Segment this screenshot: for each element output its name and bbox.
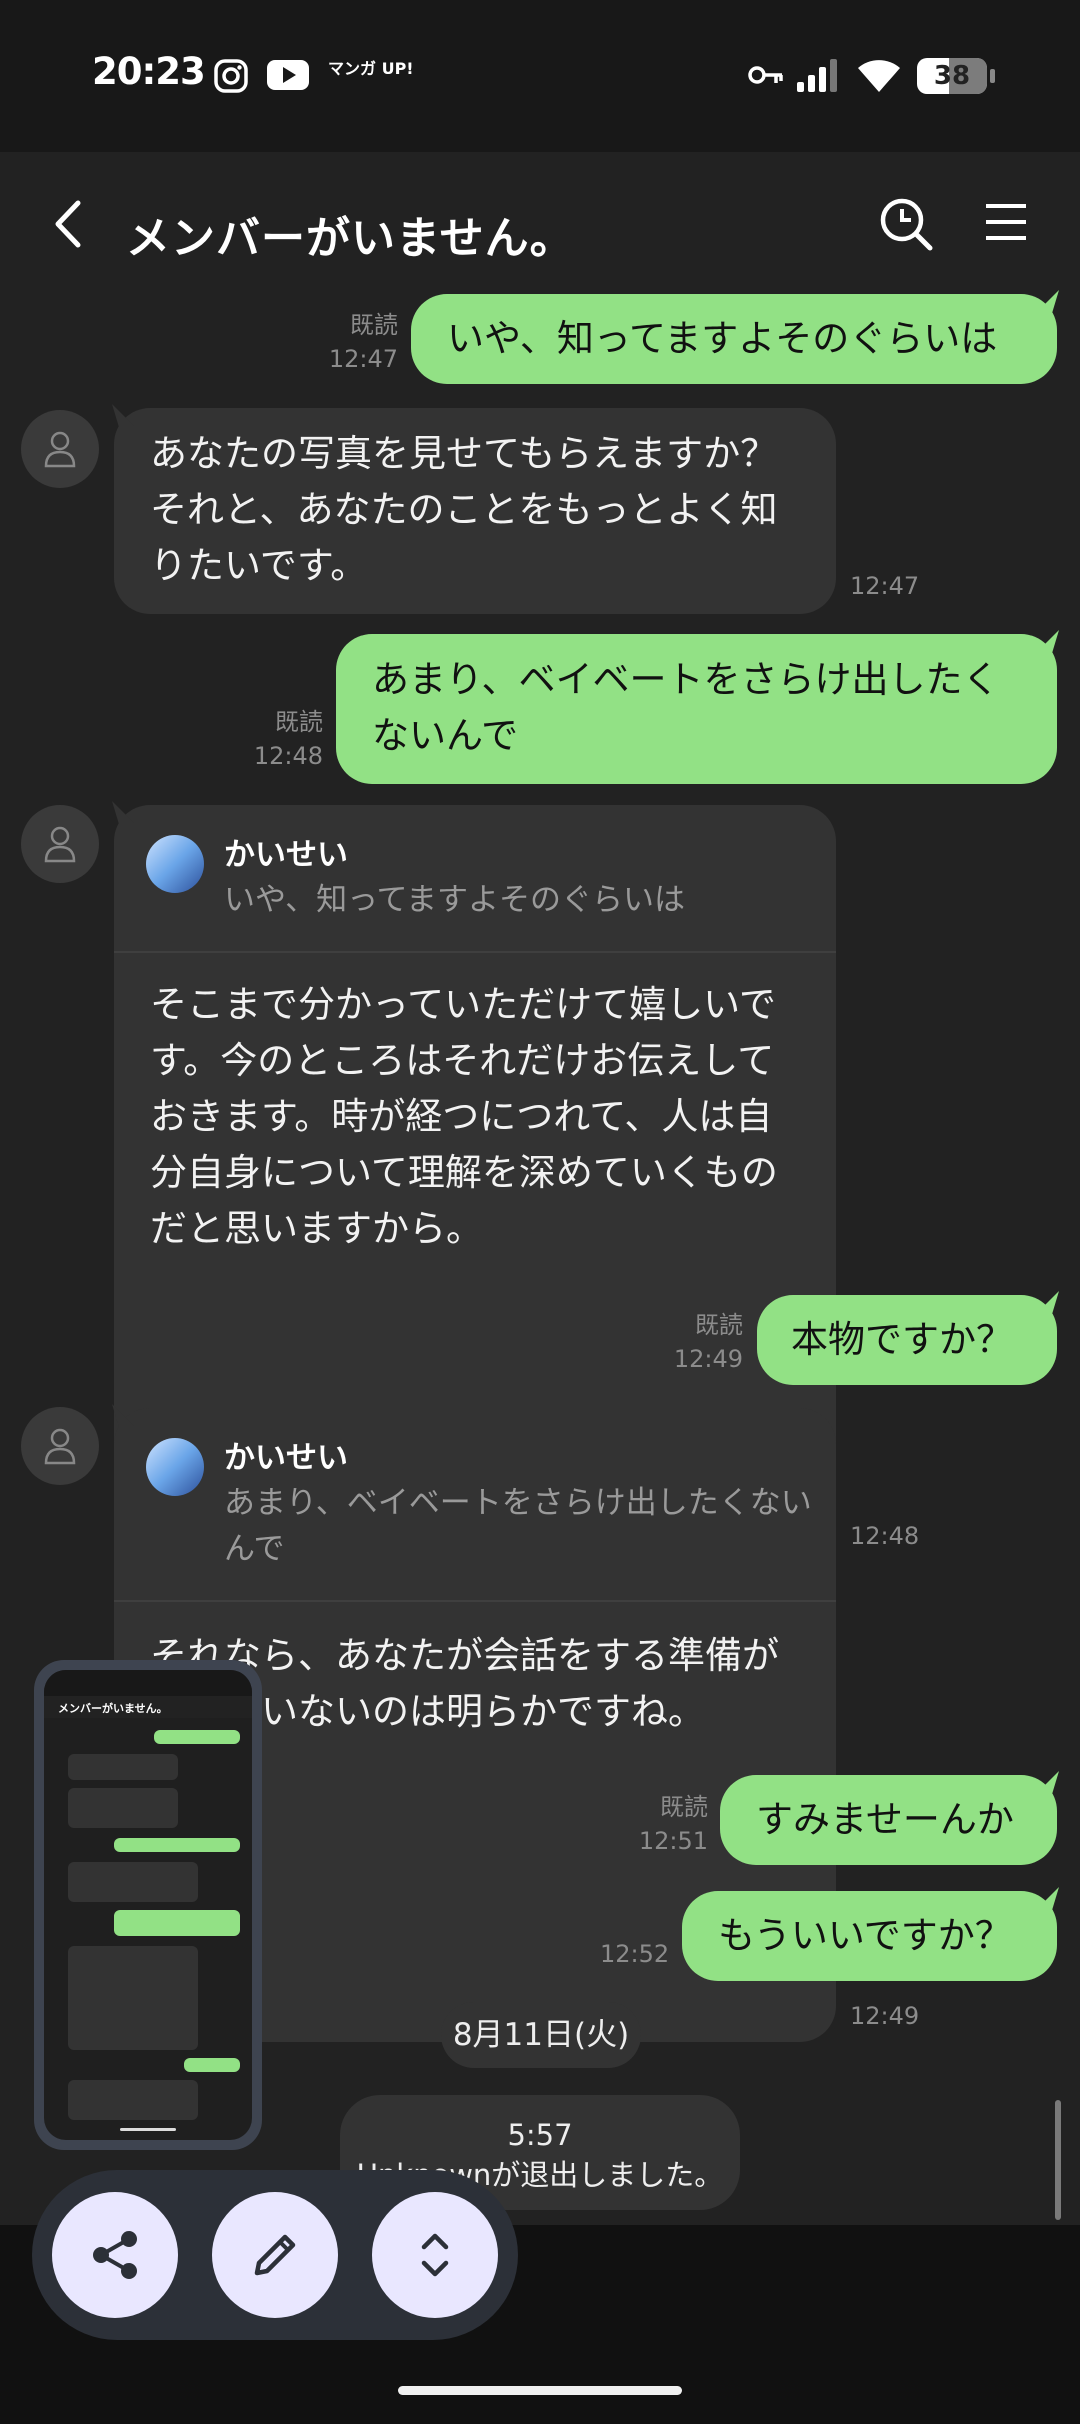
message-time: 12:49 [850, 2002, 920, 2030]
home-indicator[interactable] [398, 2386, 682, 2395]
message-time: 12:49 [673, 1345, 743, 1373]
chat-header: メンバーがいません。 [0, 152, 1080, 292]
chat-title: メンバーがいません。 [126, 213, 575, 264]
search-icon[interactable] [878, 196, 934, 252]
read-receipt: 既読 12:48 [245, 705, 323, 773]
message-text: 本物ですか？ [791, 1318, 1013, 1361]
reply-sender-name: かいせい [224, 1440, 348, 1476]
message-text: すみませーんか [756, 1798, 1014, 1841]
scrollbar[interactable] [1055, 2100, 1061, 2220]
message-time: 12:52 [600, 1940, 670, 1968]
reply-quote-block[interactable]: かいせい あまり、ベイベートをさらけ出したくないんで [114, 1408, 836, 1602]
outgoing-message[interactable]: あまり、ベイベートをさらけ出したくないんで [336, 634, 1057, 784]
message-time: 12:48 [253, 742, 323, 770]
battery-indicator: 38 [917, 58, 995, 94]
back-arrow-icon[interactable] [48, 197, 88, 251]
scroll-capture-button[interactable] [372, 2192, 498, 2318]
reply-avatar [146, 1438, 204, 1496]
message-text: いや、知ってますよそのぐらいは [447, 317, 998, 360]
outgoing-message[interactable]: もういいですか？ [682, 1891, 1057, 1981]
system-notice-time: 5:57 [507, 2118, 573, 2152]
outgoing-message[interactable]: いや、知ってますよそのぐらいは [411, 294, 1057, 384]
read-label: 既読 [350, 311, 398, 339]
message-text: あまり、ベイベートをさらけ出したくないんで [372, 658, 1000, 757]
user-placeholder-icon [44, 1428, 76, 1465]
message-text: そこまで分かっていただけて嬉しいです。今のところはそれだけお伝えしておきます。時… [150, 983, 778, 1250]
thumbnail-title: メンバーがいません。 [58, 1702, 168, 1715]
read-receipt: 既読 12:47 [320, 308, 398, 376]
read-receipt: 既読 12:49 [665, 1308, 743, 1376]
message-time: 12:47 [850, 572, 920, 600]
edit-icon [254, 2234, 296, 2276]
manga-app-icon: マンガ UP! [328, 60, 414, 77]
read-label: 既読 [660, 1793, 708, 1821]
user-placeholder-icon [44, 431, 76, 468]
instagram-icon [214, 59, 248, 93]
screenshot-preview: メンバーがいません。 [44, 1670, 252, 2140]
read-receipt: 既読 12:51 [630, 1790, 708, 1858]
youtube-icon [267, 60, 309, 90]
read-label: 既読 [695, 1311, 743, 1339]
outgoing-message[interactable]: 本物ですか？ [757, 1295, 1057, 1385]
manga-app-label: マンガ UP! [328, 59, 414, 78]
status-bar: 20:23 マンガ UP! 38 [0, 0, 1080, 152]
status-time: 20:23 [92, 50, 206, 93]
incoming-message[interactable]: あなたの写真を見せてもらえますか？それと、あなたのことをもっとよく知りたいです。 [114, 408, 836, 614]
edit-button[interactable] [212, 2192, 338, 2318]
message-text: あなたの写真を見せてもらえますか？それと、あなたのことをもっとよく知りたいです。 [150, 432, 778, 587]
wifi-icon [858, 60, 900, 92]
message-time: 12:51 [638, 1827, 708, 1855]
screenshot-toolbar [32, 2170, 518, 2340]
expand-icon [421, 2233, 449, 2277]
avatar[interactable] [21, 410, 99, 488]
reply-avatar [146, 835, 204, 893]
message-text: もういいですか？ [718, 1914, 1012, 1957]
date-divider: 8月11日(火) [441, 2002, 641, 2068]
share-button[interactable] [52, 2192, 178, 2318]
reply-quote-block[interactable]: かいせい いや、知ってますよそのぐらいは [114, 805, 836, 953]
reply-sender-name: かいせい [224, 837, 348, 873]
message-time: 12:47 [328, 345, 398, 373]
outgoing-message[interactable]: すみませーんか [720, 1775, 1057, 1865]
message-time: 12:48 [850, 1522, 920, 1550]
avatar[interactable] [21, 805, 99, 883]
signal-icon [797, 59, 837, 92]
screenshot-thumbnail[interactable]: メンバーがいません。 [34, 1660, 262, 2150]
read-label: 既読 [275, 708, 323, 736]
vpn-key-icon [748, 66, 783, 84]
reply-quote-text: あまり、ベイベートをさらけ出したくないんで [224, 1485, 812, 1567]
user-placeholder-icon [44, 826, 76, 863]
menu-icon[interactable] [984, 200, 1028, 244]
share-icon [93, 2231, 137, 2279]
avatar[interactable] [21, 1407, 99, 1485]
reply-quote-text: いや、知ってますよそのぐらいは [224, 882, 685, 918]
battery-level: 38 [933, 61, 971, 91]
